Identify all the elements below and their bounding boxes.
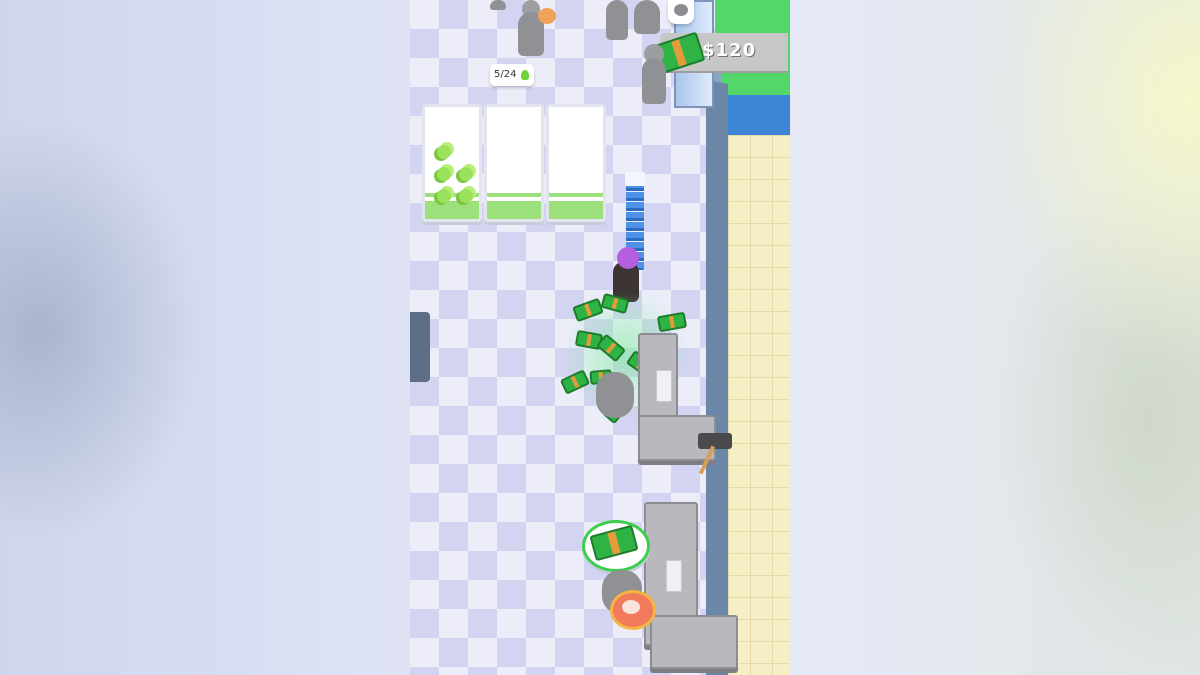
customer-pin-icon <box>674 4 688 16</box>
trash-bin <box>410 312 430 382</box>
empty-shelf[interactable] <box>546 104 606 222</box>
broccoli-item <box>459 167 473 181</box>
customer <box>606 0 628 40</box>
broccoli-item <box>437 145 451 159</box>
adjacent-room-floor <box>728 135 790 675</box>
box-lid <box>625 172 645 186</box>
bread-item-icon <box>538 8 556 24</box>
broccoli-item <box>437 189 451 203</box>
broccoli-icon <box>521 70 529 80</box>
game-viewport[interactable]: $120 5/24 <box>410 0 790 675</box>
empty-shelf[interactable] <box>484 104 544 222</box>
broccoli-item <box>459 189 473 203</box>
store-wall <box>706 80 728 675</box>
customer <box>634 0 660 34</box>
checkout-counter-base <box>650 615 738 669</box>
customer <box>596 372 634 418</box>
cash-amount: $120 <box>702 40 757 61</box>
meat-bone <box>622 600 640 614</box>
shelf-stock-counter: 5/24 <box>490 64 534 86</box>
customer <box>642 58 666 104</box>
receipt <box>656 370 672 402</box>
player-character[interactable] <box>617 247 639 269</box>
receipt <box>666 560 682 592</box>
broccoli-shelf[interactable] <box>422 104 482 222</box>
customer <box>490 0 506 10</box>
shelf-stock-text: 5/24 <box>494 69 517 80</box>
broccoli-item <box>437 167 451 181</box>
